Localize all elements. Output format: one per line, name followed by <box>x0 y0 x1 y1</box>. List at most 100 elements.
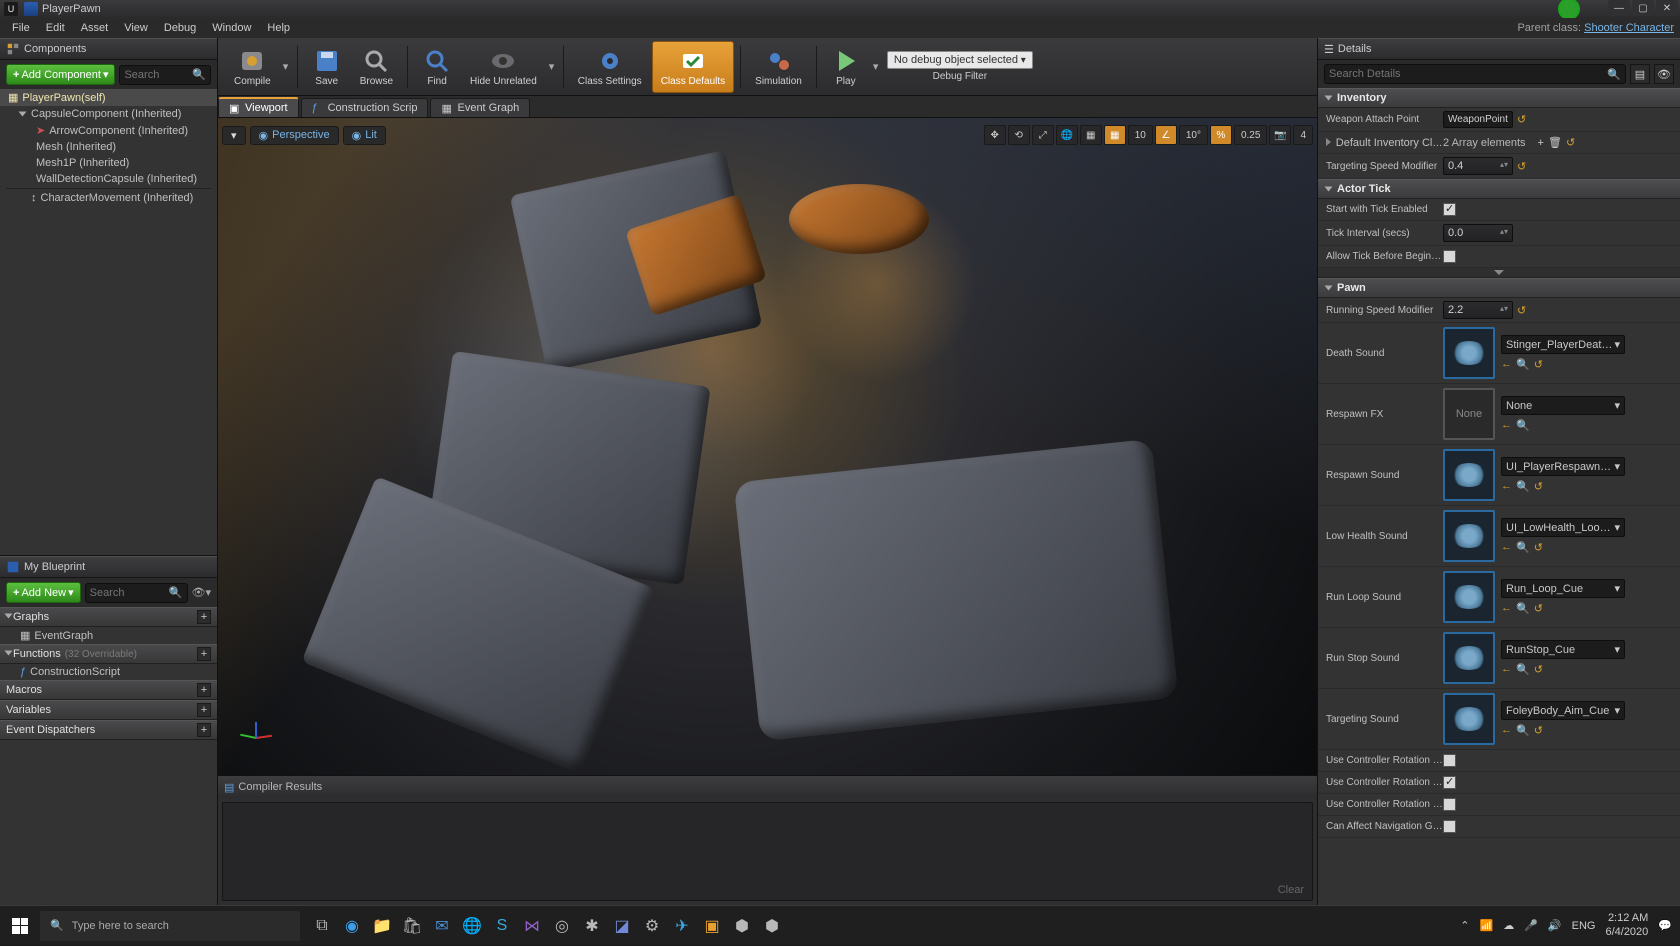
sound-thumb-icon[interactable] <box>1443 449 1495 501</box>
component-walldetection[interactable]: WallDetectionCapsule (Inherited) <box>0 171 217 187</box>
components-search-input[interactable] <box>124 69 192 81</box>
reset-icon[interactable]: ↺ <box>1534 602 1543 615</box>
component-arrow[interactable]: ➤ArrowComponent (Inherited) <box>0 122 217 139</box>
expand-icon[interactable] <box>19 112 27 117</box>
volume-icon[interactable]: 🔊 <box>1548 919 1562 932</box>
reset-icon[interactable]: ↺ <box>1566 136 1575 149</box>
edge-icon[interactable]: ◉ <box>338 906 366 946</box>
add-dispatcher-button[interactable]: + <box>197 723 211 737</box>
item-constructionscript[interactable]: ƒConstructionScript <box>0 664 217 680</box>
components-search[interactable]: 🔍 <box>119 65 211 85</box>
unreal-editor-icon[interactable]: ⬢ <box>758 906 786 946</box>
sound-thumb-icon[interactable] <box>1443 510 1495 562</box>
source-control-badge-icon[interactable] <box>1558 0 1580 20</box>
vp-angle-value[interactable]: 10° <box>1179 125 1208 145</box>
explorer-icon[interactable]: 📁 <box>368 906 396 946</box>
add-variable-button[interactable]: + <box>197 703 211 717</box>
sound-thumb-icon[interactable] <box>1443 693 1495 745</box>
unreal-launcher-icon[interactable]: ⬢ <box>728 906 756 946</box>
menu-window[interactable]: Window <box>204 20 259 36</box>
rot-yaw-checkbox[interactable] <box>1443 776 1456 789</box>
simulation-button[interactable]: Simulation <box>747 41 810 93</box>
hide-unrelated-button[interactable]: Hide Unrelated <box>462 41 545 93</box>
vp-angle-snap[interactable]: ∠ <box>1155 125 1177 145</box>
compiler-results-tab[interactable]: ▤ Compiler Results <box>218 776 1317 798</box>
use-selected-icon[interactable]: ← <box>1501 663 1512 676</box>
vp-scale[interactable]: ⤢ <box>1032 125 1054 145</box>
hide-dropdown[interactable]: ▾ <box>547 60 557 73</box>
mic-icon[interactable]: 🎤 <box>1524 919 1538 932</box>
allow-before-checkbox[interactable] <box>1443 250 1456 263</box>
reset-icon[interactable]: ↺ <box>1517 160 1526 173</box>
browse-asset-icon[interactable]: 🔍 <box>1516 724 1530 737</box>
add-element-icon[interactable]: + <box>1538 137 1544 149</box>
reset-icon[interactable]: ↺ <box>1534 480 1543 493</box>
obs-icon[interactable]: ◎ <box>548 906 576 946</box>
start-button[interactable] <box>0 906 40 946</box>
menu-help[interactable]: Help <box>259 20 298 36</box>
details-panel-tab[interactable]: ☰ Details <box>1318 38 1680 60</box>
menu-file[interactable]: File <box>4 20 38 36</box>
minimize-button[interactable]: — <box>1608 0 1630 16</box>
component-capsule[interactable]: CapsuleComponent (Inherited) <box>0 106 217 122</box>
section-variables[interactable]: Variables+ <box>0 700 217 720</box>
respawn-sound-selector[interactable]: UI_PlayerRespawn_Stereo_Cue▾ <box>1501 457 1625 476</box>
sound-thumb-icon[interactable] <box>1443 327 1495 379</box>
browse-button[interactable]: Browse <box>352 41 401 93</box>
cloud-icon[interactable]: ☁ <box>1503 919 1514 932</box>
browse-asset-icon[interactable]: 🔍 <box>1516 419 1530 432</box>
rot-roll-checkbox[interactable] <box>1443 798 1456 811</box>
target-speed-input[interactable]: 0.4▴▾ <box>1443 157 1513 175</box>
reset-icon[interactable]: ↺ <box>1517 113 1526 126</box>
lowhealth-sound-selector[interactable]: UI_LowHealth_Loop_Stereo_Cue▾ <box>1501 518 1625 537</box>
property-matrix-button[interactable]: ▤ <box>1630 64 1650 84</box>
browse-asset-icon[interactable]: 🔍 <box>1516 602 1530 615</box>
myblueprint-search-input[interactable] <box>90 587 169 599</box>
tick-interval-input[interactable]: 0.0▴▾ <box>1443 224 1513 242</box>
run-speed-input[interactable]: 2.2▴▾ <box>1443 301 1513 319</box>
use-selected-icon[interactable]: ← <box>1501 419 1512 432</box>
skype-icon[interactable]: S <box>488 906 516 946</box>
vp-coord[interactable]: 🌐 <box>1056 125 1078 145</box>
chrome-icon[interactable]: 🌐 <box>458 906 486 946</box>
clear-button[interactable]: Clear <box>1278 884 1304 896</box>
component-mesh1p[interactable]: Mesh1P (Inherited) <box>0 155 217 171</box>
add-function-button[interactable]: + <box>197 647 211 661</box>
category-actortick[interactable]: Actor Tick <box>1318 179 1680 199</box>
vs-icon[interactable]: ⋈ <box>518 906 546 946</box>
expand-advanced[interactable] <box>1318 268 1680 278</box>
discord-icon[interactable]: ◪ <box>608 906 636 946</box>
telegram-icon[interactable]: ✈ <box>668 906 696 946</box>
browse-asset-icon[interactable]: 🔍 <box>1516 541 1530 554</box>
add-component-button[interactable]: +Add Component▾ <box>6 64 115 85</box>
tab-construction[interactable]: ƒConstruction Scrip <box>301 98 429 117</box>
reset-icon[interactable]: ↺ <box>1534 724 1543 737</box>
add-macro-button[interactable]: + <box>197 683 211 697</box>
death-sound-selector[interactable]: Stinger_PlayerDeath_Stereo_Cue▾ <box>1501 335 1625 354</box>
vp-rotate[interactable]: ⟲ <box>1008 125 1030 145</box>
use-selected-icon[interactable]: ← <box>1501 724 1512 737</box>
mail-icon[interactable]: ✉ <box>428 906 456 946</box>
viewport-lit[interactable]: ◉ Lit <box>343 126 386 145</box>
details-search[interactable]: 🔍 <box>1324 64 1626 84</box>
vp-snap-toggle[interactable]: ▦ <box>1080 125 1102 145</box>
runstop-sound-selector[interactable]: RunStop_Cue▾ <box>1501 640 1625 659</box>
parent-class-link[interactable]: Shooter Character <box>1584 22 1674 34</box>
compile-button[interactable]: Compile <box>226 41 279 93</box>
fx-thumb-icon[interactable]: None <box>1443 388 1495 440</box>
maximize-button[interactable]: ▢ <box>1632 0 1654 16</box>
use-selected-icon[interactable]: ← <box>1501 541 1512 554</box>
affect-nav-checkbox[interactable] <box>1443 820 1456 833</box>
item-eventgraph[interactable]: ▦EventGraph <box>0 627 217 644</box>
class-settings-button[interactable]: Class Settings <box>570 41 650 93</box>
category-pawn[interactable]: Pawn <box>1318 278 1680 298</box>
category-inventory[interactable]: Inventory <box>1318 88 1680 108</box>
clock[interactable]: 2:12 AM 6/4/2020 <box>1605 912 1648 938</box>
vp-scale-snap[interactable]: % <box>1210 125 1232 145</box>
slack-icon[interactable]: ✱ <box>578 906 606 946</box>
viewport-perspective[interactable]: ◉ Perspective <box>250 126 339 145</box>
use-selected-icon[interactable]: ← <box>1501 602 1512 615</box>
vp-camera-speed-icon[interactable]: 📷 <box>1269 125 1291 145</box>
use-selected-icon[interactable]: ← <box>1501 480 1512 493</box>
class-defaults-button[interactable]: Class Defaults <box>652 41 734 93</box>
